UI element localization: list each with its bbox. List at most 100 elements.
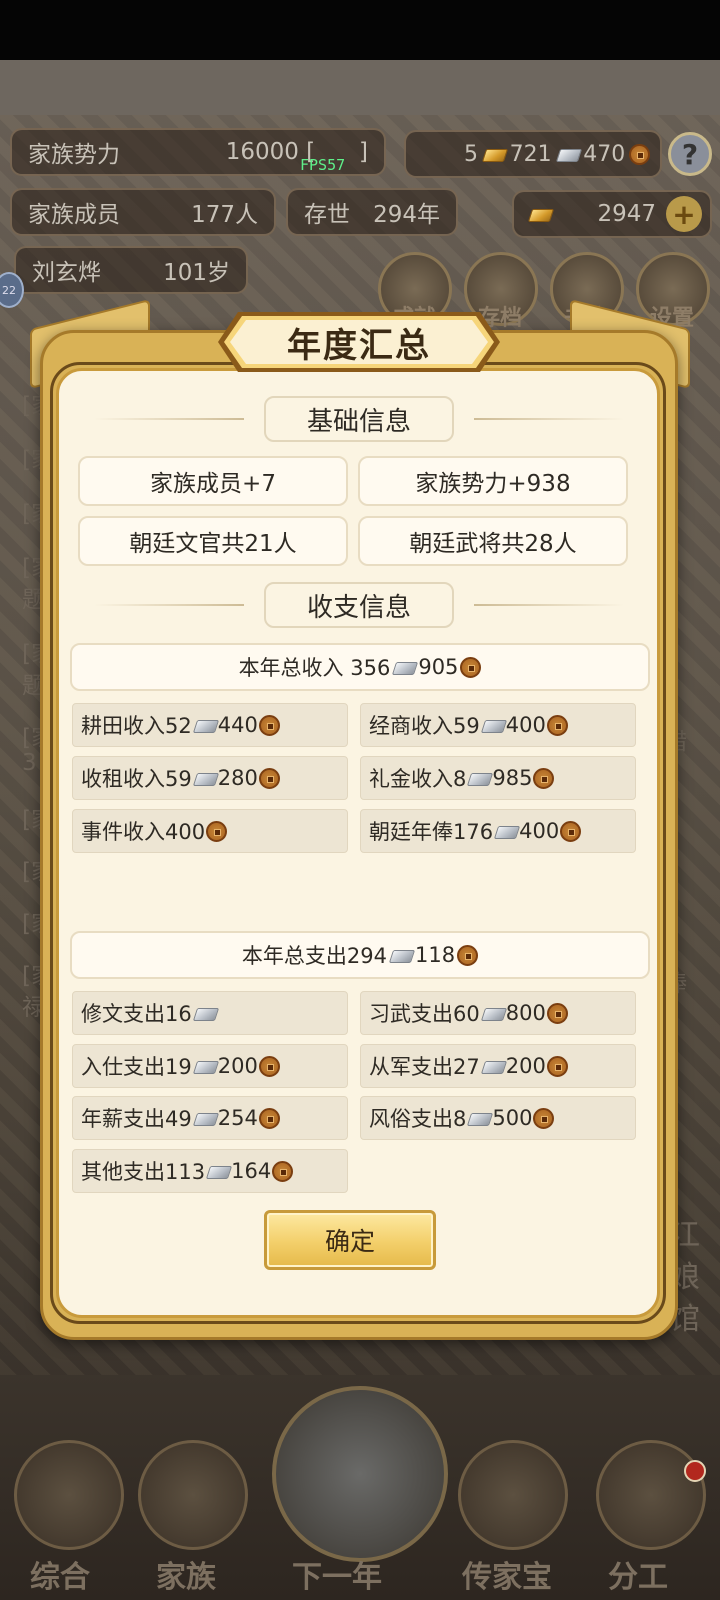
- expense-coins: 200: [505, 1054, 546, 1078]
- log-line: 3: [22, 750, 37, 776]
- notification-dot: [684, 1460, 706, 1482]
- nav-general-icon[interactable]: [14, 1440, 124, 1550]
- expense-label: 修文支出16: [81, 1002, 192, 1026]
- divider-line: [474, 604, 624, 606]
- finance-info-title: 收支信息: [264, 582, 454, 628]
- copper-coin-icon: [206, 820, 228, 842]
- alive-value: 294年: [373, 202, 440, 228]
- add-gold-button[interactable]: +: [666, 196, 702, 232]
- silver-count: 721: [509, 141, 552, 167]
- income-coins: 280: [217, 766, 258, 790]
- silver-ingot-icon: [389, 948, 413, 963]
- expense-item: 年薪支出49 254: [72, 1096, 348, 1140]
- silver-ingot-icon: [193, 1006, 217, 1021]
- income-coins: 400: [519, 819, 560, 843]
- silver-ingot-icon: [193, 718, 217, 733]
- expense-coins: 500: [492, 1106, 533, 1130]
- info-members-change: 家族成员+7: [78, 456, 348, 506]
- members-label: 家族成员: [28, 202, 120, 228]
- copper-coin-icon: [533, 1107, 555, 1129]
- gold-count: 2947: [597, 201, 656, 227]
- silver-ingot-icon: [556, 147, 580, 162]
- copper-coin-icon: [258, 1107, 280, 1129]
- info-military-generals: 朝廷武将共28人: [358, 516, 628, 566]
- fps-counter: FPS57: [300, 156, 346, 174]
- expense-total-label: 本年总支出294: [241, 944, 387, 968]
- income-coins: 440: [217, 713, 258, 737]
- copper-coin-icon: [272, 1160, 294, 1182]
- finance-info-header: 收支信息: [94, 582, 624, 628]
- alive-years-panel: 存世 294年: [286, 188, 458, 236]
- income-total-label: 本年总收入 356: [238, 656, 391, 680]
- modal-title: 年度汇总: [287, 325, 431, 366]
- top-banner: [0, 60, 720, 115]
- nav-heirloom-icon[interactable]: [458, 1440, 568, 1550]
- nav-label-assign: 分工: [608, 1560, 668, 1595]
- silver-ingot-icon: [392, 660, 416, 675]
- gold-ingot-count: 5: [464, 141, 478, 167]
- silver-ingot-icon: [481, 1059, 505, 1074]
- help-button[interactable]: ?: [668, 132, 712, 176]
- silver-ingot-icon: [193, 771, 217, 786]
- income-item: 礼金收入8 985: [360, 756, 636, 800]
- income-total: 本年总收入 356 905: [70, 643, 650, 691]
- income-item: 经商收入59 400: [360, 703, 636, 747]
- gold-ingot-icon: [528, 207, 552, 222]
- silver-ingot-icon: [494, 824, 518, 839]
- copper-coin-icon: [460, 656, 482, 678]
- copper-coin-icon: [258, 767, 280, 789]
- modal-title-plate: 年度汇总: [216, 310, 502, 374]
- silver-ingot-icon: [206, 1164, 230, 1179]
- nav-label-clan: 家族: [156, 1560, 216, 1595]
- expense-item: 从军支出27 200: [360, 1044, 636, 1088]
- expense-label: 入仕支出19: [81, 1055, 192, 1079]
- members-panel: 家族成员 177人: [10, 188, 276, 236]
- expense-total: 本年总支出294 118: [70, 931, 650, 979]
- coin-count: 470: [583, 141, 626, 167]
- income-label: 朝廷年俸176: [369, 820, 494, 844]
- copper-coin-icon: [258, 714, 280, 736]
- income-label: 事件收入400: [81, 820, 206, 844]
- expense-label: 习武支出60: [369, 1002, 480, 1026]
- expense-label: 风俗支出8: [369, 1107, 467, 1131]
- expense-label: 从军支出27: [369, 1055, 480, 1079]
- income-label: 耕田收入52: [81, 714, 192, 738]
- income-item: 朝廷年俸176 400: [360, 809, 636, 853]
- nav-clan-icon[interactable]: [138, 1440, 248, 1550]
- clan-head-name: 刘玄烨: [32, 260, 101, 286]
- copper-coin-icon: [546, 714, 568, 736]
- income-coins: 400: [505, 713, 546, 737]
- expense-coins: 164: [231, 1159, 272, 1183]
- income-item: 耕田收入52 440: [72, 703, 348, 747]
- gold-ingot-icon: [482, 147, 506, 162]
- divider-line: [94, 418, 244, 420]
- copper-coin-icon: [533, 767, 555, 789]
- clan-head-panel[interactable]: 刘玄烨 101岁: [14, 246, 248, 294]
- expense-coins: 200: [217, 1054, 258, 1078]
- clan-head-age: 101岁: [163, 260, 230, 286]
- nav-label-general: 综合: [30, 1560, 90, 1595]
- income-total-coins: 905: [418, 655, 459, 679]
- confirm-button[interactable]: 确定: [264, 1210, 436, 1270]
- copper-coin-icon: [560, 820, 582, 842]
- info-power-change: 家族势力+938: [358, 456, 628, 506]
- divider-line: [474, 418, 624, 420]
- expense-item: 习武支出60 800: [360, 991, 636, 1035]
- expense-item: 其他支出113 164: [72, 1149, 348, 1193]
- income-item: 事件收入400: [72, 809, 348, 853]
- copper-coin-icon: [629, 143, 650, 165]
- nav-assign-icon[interactable]: [596, 1440, 706, 1550]
- alive-label: 存世: [304, 202, 350, 228]
- income-item: 收租收入59 280: [72, 756, 348, 800]
- income-label: 收租收入59: [81, 767, 192, 791]
- basic-info-header: 基础信息: [94, 396, 624, 442]
- expense-item: 修文支出16: [72, 991, 348, 1035]
- copper-coin-icon: [546, 1055, 568, 1077]
- expense-item: 风俗支出8 500: [360, 1096, 636, 1140]
- gold-panel: 2947 +: [512, 190, 712, 238]
- income-label: 经商收入59: [369, 714, 480, 738]
- expense-coins: 254: [217, 1106, 258, 1130]
- next-year-button[interactable]: [272, 1386, 448, 1562]
- divider-line: [94, 604, 244, 606]
- nav-label-next-year: 下一年: [292, 1560, 382, 1595]
